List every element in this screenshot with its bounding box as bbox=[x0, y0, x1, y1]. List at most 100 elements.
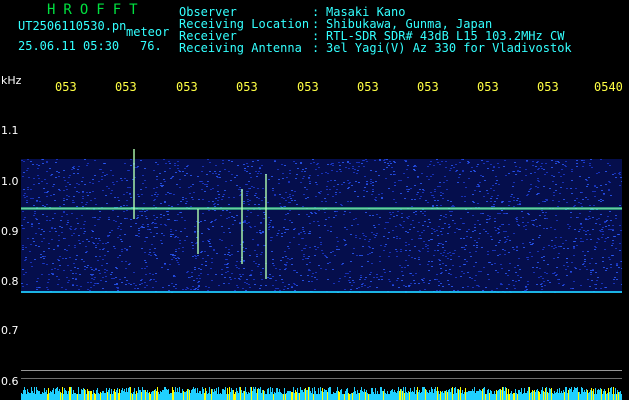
spectrogram-pixel bbox=[432, 205, 434, 206]
spectrogram-pixel bbox=[605, 238, 607, 239]
spectrogram-pixel bbox=[407, 165, 409, 166]
spectrogram-pixel bbox=[388, 165, 390, 166]
spectrogram-pixel bbox=[356, 288, 358, 289]
spectrogram-pixel bbox=[615, 248, 617, 249]
activity-bar bbox=[536, 390, 537, 400]
spectrogram-pixel bbox=[289, 173, 291, 174]
spectrogram-pixel bbox=[279, 290, 281, 291]
spectrogram-pixel bbox=[360, 275, 362, 276]
spectrogram-pixel bbox=[594, 185, 596, 186]
activity-bar bbox=[515, 389, 516, 400]
activity-bar bbox=[557, 389, 558, 400]
spectrogram-pixel bbox=[50, 195, 52, 196]
spectrogram-pixel bbox=[352, 166, 354, 167]
spectrogram-pixel bbox=[353, 248, 355, 249]
spectrogram-pixel bbox=[408, 216, 410, 217]
spectrogram-pixel bbox=[609, 165, 611, 166]
spectrogram-pixel bbox=[447, 280, 449, 281]
spectrogram-pixel bbox=[37, 175, 39, 176]
spectrogram-pixel bbox=[494, 221, 496, 222]
spectrogram-pixel bbox=[110, 193, 112, 194]
spectrogram-pixel bbox=[130, 226, 132, 227]
spectrogram-pixel bbox=[94, 217, 96, 218]
spectrogram-pixel bbox=[208, 229, 210, 230]
spectrogram-pixel bbox=[138, 233, 140, 234]
spectrogram-pixel bbox=[570, 288, 572, 289]
spectrogram-pixel bbox=[25, 259, 27, 260]
spectrogram-pixel bbox=[418, 259, 420, 260]
spectrogram-pixel bbox=[575, 238, 577, 239]
spectrogram-pixel bbox=[279, 269, 281, 270]
activity-bar bbox=[448, 390, 449, 400]
spectrogram-pixel bbox=[514, 162, 516, 163]
spectrogram-pixel bbox=[421, 173, 423, 174]
spectrogram-pixel bbox=[553, 248, 555, 249]
activity-bar bbox=[576, 388, 577, 400]
activity-bar bbox=[412, 391, 413, 400]
spectrogram-pixel bbox=[272, 226, 274, 227]
spectrogram-pixel bbox=[496, 198, 498, 199]
spectrogram-pixel bbox=[355, 218, 357, 219]
spectrogram-pixel bbox=[289, 259, 291, 260]
activity-bar bbox=[103, 391, 104, 400]
activity-bar bbox=[22, 394, 23, 400]
spectrogram-pixel bbox=[419, 235, 421, 236]
spectrogram-pixel bbox=[246, 193, 248, 194]
spectrogram-pixel bbox=[126, 218, 128, 219]
spectrogram-pixel bbox=[433, 197, 435, 198]
spectrogram-pixel bbox=[129, 194, 131, 195]
spectrogram-pixel bbox=[177, 237, 179, 238]
spectrogram-pixel bbox=[249, 200, 251, 201]
spectrogram-pixel bbox=[519, 167, 521, 168]
activity-bar bbox=[251, 387, 252, 400]
lower-band-edge bbox=[21, 291, 622, 293]
activity-bar bbox=[128, 388, 129, 400]
spectrogram-pixel bbox=[94, 175, 96, 176]
spectrogram-pixel bbox=[375, 200, 377, 201]
activity-bar bbox=[113, 391, 114, 400]
spectrogram-pixel bbox=[527, 194, 529, 195]
spectrogram-pixel bbox=[202, 199, 204, 200]
activity-bar bbox=[51, 392, 52, 400]
spectrogram-pixel bbox=[397, 211, 399, 212]
spectrogram-pixel bbox=[358, 162, 360, 163]
activity-bar bbox=[208, 393, 209, 400]
activity-bar bbox=[501, 390, 502, 400]
spectrogram-pixel bbox=[371, 252, 373, 253]
spectrogram-pixel bbox=[144, 211, 146, 212]
activity-bar bbox=[84, 389, 85, 400]
spectrogram-pixel bbox=[182, 251, 184, 252]
spectrogram-pixel bbox=[170, 178, 172, 179]
spectrogram-pixel bbox=[21, 225, 23, 226]
activity-bar bbox=[504, 391, 505, 400]
spectrogram-pixel bbox=[348, 168, 350, 169]
spectrogram-pixel bbox=[361, 284, 363, 285]
spectrogram-pixel bbox=[583, 162, 585, 163]
spectrogram-pixel bbox=[237, 165, 239, 166]
spectrogram-pixel bbox=[447, 200, 449, 201]
spectrogram-pixel bbox=[486, 219, 488, 220]
activity-bar bbox=[215, 391, 216, 400]
activity-bar bbox=[534, 390, 535, 400]
activity-bar bbox=[260, 387, 261, 400]
activity-bar bbox=[312, 388, 313, 400]
activity-bar bbox=[408, 391, 409, 400]
activity-bar bbox=[259, 389, 260, 400]
activity-bar bbox=[125, 392, 126, 400]
spectrogram-pixel bbox=[156, 258, 158, 259]
spectrogram-pixel bbox=[313, 221, 315, 222]
spectrogram-pixel bbox=[621, 181, 622, 182]
activity-bar bbox=[313, 394, 314, 400]
antenna-label: Receiving Antenna bbox=[179, 41, 302, 55]
activity-bar bbox=[430, 392, 431, 400]
activity-bar bbox=[397, 391, 398, 400]
spectrogram-pixel bbox=[67, 182, 69, 183]
spectrogram-pixel bbox=[180, 231, 182, 232]
spectrogram-pixel bbox=[316, 279, 318, 280]
spectrogram-pixel bbox=[72, 278, 74, 279]
spectrogram-pixel bbox=[370, 272, 372, 273]
spectrogram-pixel bbox=[310, 212, 312, 213]
spectrogram-pixel bbox=[571, 169, 573, 170]
activity-bar bbox=[363, 392, 364, 400]
activity-bar bbox=[376, 394, 377, 400]
